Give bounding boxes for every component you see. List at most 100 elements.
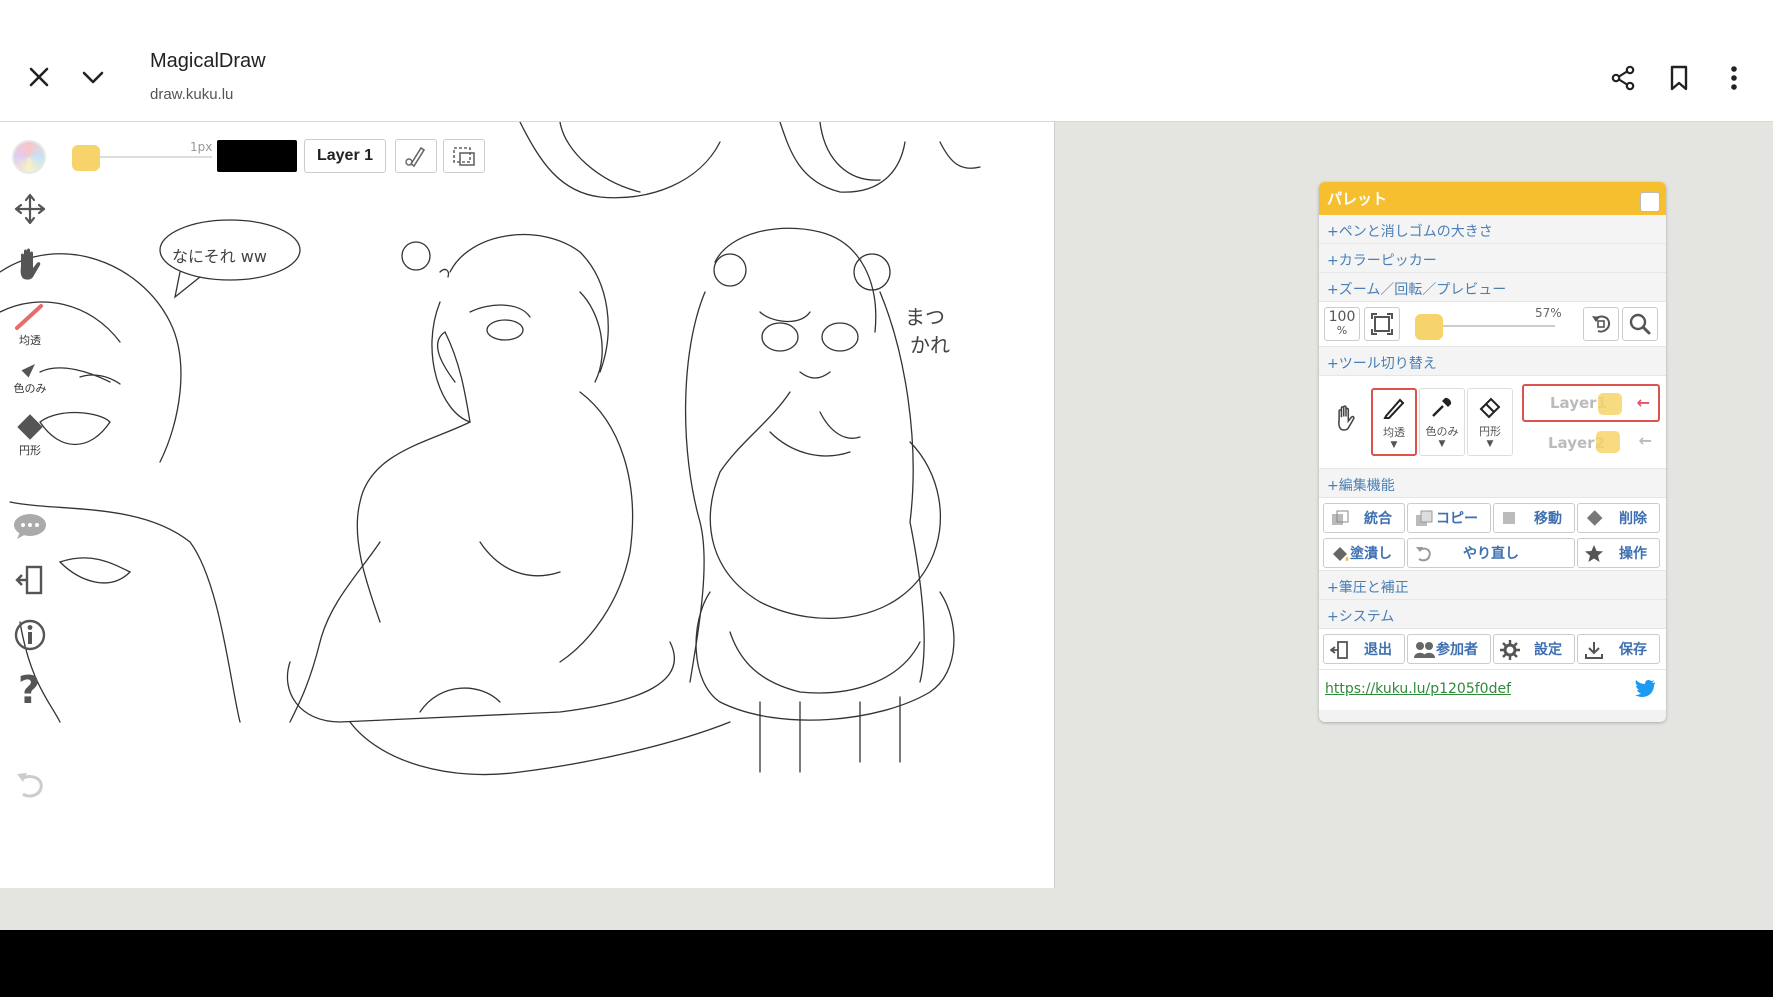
tool-pen-card[interactable]: 均透 ▼: [1371, 388, 1417, 456]
color-wheel-button[interactable]: [12, 140, 46, 174]
undo-button[interactable]: [8, 770, 52, 800]
palette-title: パレット: [1327, 190, 1388, 208]
hand-icon: [20, 248, 41, 280]
select-area-button[interactable]: [443, 139, 485, 173]
section-pressure[interactable]: +筆圧と補正: [1319, 571, 1666, 600]
delete-button[interactable]: 削除: [1577, 503, 1660, 533]
participants-label: 参加者: [1436, 642, 1478, 658]
tool-eraser-card[interactable]: 円形 ▼: [1467, 388, 1513, 456]
move-icon: [14, 193, 46, 225]
tool-color-card[interactable]: 色のみ ▼: [1419, 388, 1465, 456]
help-button[interactable]: ?: [8, 670, 52, 710]
pen-icon: [15, 304, 43, 330]
layer-2-color-chip: [1596, 431, 1620, 453]
move-tool[interactable]: [8, 192, 52, 226]
brush-size-handle[interactable]: [72, 145, 100, 171]
download-icon: [1584, 640, 1604, 660]
merge-icon: [1330, 509, 1350, 529]
chat-button[interactable]: [8, 512, 52, 540]
color-pick-tool[interactable]: 色のみ: [8, 358, 52, 396]
rotate-icon: [1592, 315, 1611, 333]
magnifier-icon: [1629, 313, 1651, 335]
save-label: 保存: [1619, 642, 1647, 658]
section-edit[interactable]: +編集機能: [1319, 469, 1666, 498]
copy-label: コピー: [1436, 511, 1478, 527]
brush-size-slider[interactable]: [100, 156, 212, 158]
tool-hand-card[interactable]: [1323, 388, 1369, 456]
eraser-icon: [1479, 397, 1501, 419]
info-icon: [14, 619, 46, 651]
layer-1-color-chip: [1598, 393, 1622, 415]
hand-tool[interactable]: [8, 246, 52, 282]
share-icon[interactable]: [1605, 60, 1641, 96]
participants-button[interactable]: 参加者: [1407, 634, 1491, 664]
bookmark-icon[interactable]: [1661, 60, 1697, 96]
rotate-reset-button[interactable]: [1583, 307, 1619, 341]
chevron-down-icon[interactable]: [76, 60, 110, 94]
close-icon[interactable]: [22, 60, 56, 94]
color-pick-label: 色のみ: [13, 382, 47, 395]
layer-select-button[interactable]: Layer 1: [304, 139, 386, 173]
hand-icon: [1338, 405, 1355, 431]
share-url-link[interactable]: https://kuku.lu/p1205f0def: [1325, 681, 1511, 697]
section-tool-switch[interactable]: +ツール切り替え: [1319, 347, 1666, 376]
layer-2-item[interactable]: Layer2 ←: [1522, 424, 1660, 462]
drawing-canvas[interactable]: なにそれ ww まつ かれ 1px Layer 1 均透 色のみ 円形 ?: [0, 122, 1055, 888]
current-color-swatch[interactable]: [217, 140, 297, 172]
copy-button[interactable]: コピー: [1407, 503, 1491, 533]
settings-label: 設定: [1534, 642, 1562, 658]
pen-settings-button[interactable]: [395, 139, 437, 173]
pen-tool[interactable]: 均透: [8, 302, 52, 348]
system-nav-bar: [0, 930, 1773, 997]
exit-side-button[interactable]: [8, 564, 52, 596]
operation-button[interactable]: 操作: [1577, 538, 1660, 568]
fit-screen-button[interactable]: [1364, 307, 1400, 341]
edit-row: 統合 コピー 移動 削除 塗潰し やり直し 操作: [1319, 498, 1666, 571]
zoom-reset-label: 100: [1328, 309, 1356, 325]
pen-tool-label: 均透: [19, 334, 41, 347]
share-url-row: https://kuku.lu/p1205f0def: [1319, 670, 1666, 710]
dropper-icon: [1432, 397, 1452, 417]
layer-active-arrow-icon: ←: [1636, 393, 1650, 412]
eraser-icon: [17, 414, 43, 440]
zoom-reset-unit: %: [1336, 324, 1348, 337]
save-button[interactable]: 保存: [1577, 634, 1660, 664]
more-vert-icon[interactable]: [1716, 60, 1752, 96]
tool-eraser-label: 円形: [1479, 425, 1501, 438]
pen-icon: [1383, 398, 1405, 419]
tool-pen-label: 均透: [1383, 426, 1405, 439]
twitter-icon[interactable]: [1634, 679, 1656, 703]
move-button[interactable]: 移動: [1493, 503, 1575, 533]
tool-color-label: 色のみ: [1425, 425, 1459, 438]
layer-1-item[interactable]: Layer1 ←: [1522, 384, 1660, 422]
dropper-icon: [21, 364, 35, 378]
fill-button[interactable]: 塗潰し: [1323, 538, 1405, 568]
sketch-artwork: なにそれ ww まつ かれ: [0, 122, 981, 776]
palette-header[interactable]: パレット: [1319, 182, 1666, 215]
settings-button[interactable]: 設定: [1493, 634, 1575, 664]
section-color-picker[interactable]: +カラーピッカー: [1319, 244, 1666, 273]
merge-button[interactable]: 統合: [1323, 503, 1405, 533]
browser-toolbar: MagicalDraw draw.kuku.lu: [0, 0, 1773, 122]
eraser-tool[interactable]: 円形: [8, 412, 52, 458]
info-button[interactable]: [8, 618, 52, 652]
svg-text:?: ?: [18, 670, 40, 710]
palette-toggle-checkbox[interactable]: [1640, 192, 1660, 212]
exit-button[interactable]: 退出: [1323, 634, 1405, 664]
dropdown-caret-icon: ▼: [1390, 440, 1398, 450]
gear-icon: [1500, 640, 1520, 660]
section-pen-size[interactable]: +ペンと消しゴムの大きさ: [1319, 215, 1666, 244]
redo-button[interactable]: やり直し: [1407, 538, 1575, 568]
section-system[interactable]: +システム: [1319, 600, 1666, 629]
move-layer-icon: [1500, 509, 1520, 529]
section-zoom[interactable]: +ズーム／回転／プレビュー: [1319, 273, 1666, 302]
preview-button[interactable]: [1622, 307, 1658, 341]
eraser-tool-label: 円形: [19, 444, 41, 457]
sketch-note-line1: まつ: [905, 305, 945, 329]
operation-label: 操作: [1619, 546, 1647, 562]
zoom-slider-handle[interactable]: [1415, 314, 1443, 340]
zoom-reset-button[interactable]: 100 %: [1324, 307, 1360, 341]
fit-screen-icon: [1371, 313, 1393, 335]
app-root: MagicalDraw draw.kuku.lu なにそれ ww まつ かれ 1…: [0, 0, 1773, 997]
page-url[interactable]: draw.kuku.lu: [150, 86, 233, 103]
